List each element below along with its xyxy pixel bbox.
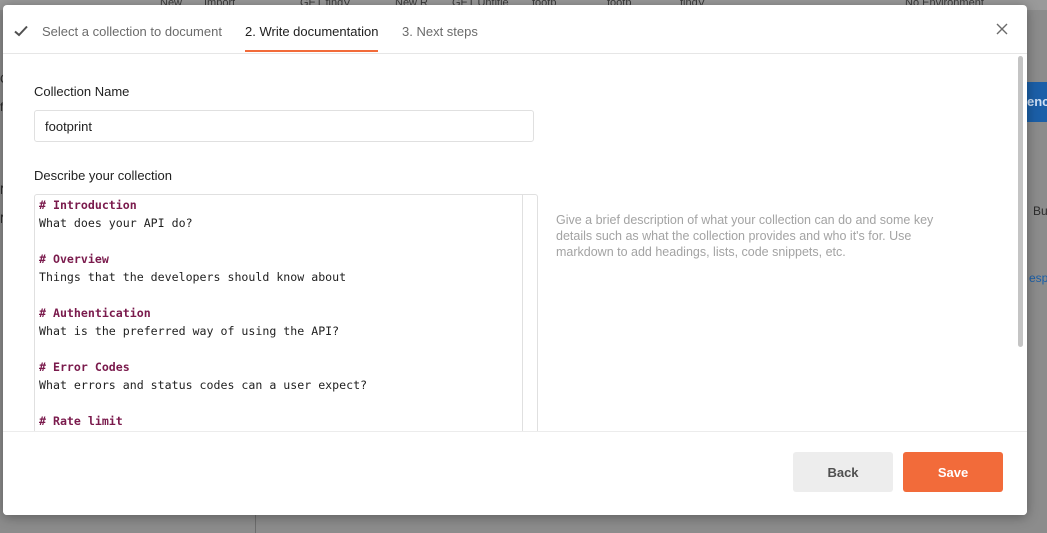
modal-scrollbar[interactable] (1018, 56, 1023, 347)
step-select-collection[interactable]: Select a collection to document (42, 24, 222, 39)
editor-line: What errors and status codes can a user … (39, 378, 368, 392)
wizard-steps: Select a collection to document 2. Write… (3, 5, 1027, 54)
editor-line: # Error Codes (39, 360, 130, 374)
bg-divider (255, 515, 256, 533)
editor-line: # Rate limit (39, 414, 123, 428)
editor-line: Things that the developers should know a… (39, 270, 347, 284)
save-button[interactable]: Save (903, 452, 1003, 492)
editor-line: What does your API do? (39, 216, 193, 230)
editor-divider (522, 195, 523, 431)
editor-line: # Authentication (39, 306, 151, 320)
close-icon[interactable] (994, 21, 1010, 37)
modal-body: Collection Name Describe your collection… (3, 54, 1027, 431)
step-write-documentation[interactable]: 2. Write documentation (245, 24, 378, 39)
document-collection-modal: Select a collection to document 2. Write… (3, 5, 1027, 515)
bg-right-text: Bu (1033, 204, 1047, 218)
describe-collection-label: Describe your collection (34, 168, 173, 183)
description-editor[interactable]: # Introduction What does your API do? # … (34, 194, 538, 431)
check-icon (14, 25, 28, 37)
collection-name-label: Collection Name (34, 84, 130, 99)
bg-send-button: enc (1027, 82, 1047, 122)
editor-line: # Overview (39, 252, 109, 266)
bg-right-text: esp (1029, 271, 1047, 285)
modal-footer: Back Save (3, 431, 1027, 515)
description-hint: Give a brief description of what your co… (556, 213, 934, 259)
active-step-indicator (245, 50, 378, 52)
editor-line: What is the preferred way of using the A… (39, 324, 340, 338)
step-next-steps[interactable]: 3. Next steps (402, 24, 478, 39)
back-button[interactable]: Back (793, 452, 893, 492)
editor-line: # Introduction (39, 198, 137, 212)
collection-name-input[interactable] (34, 110, 534, 142)
